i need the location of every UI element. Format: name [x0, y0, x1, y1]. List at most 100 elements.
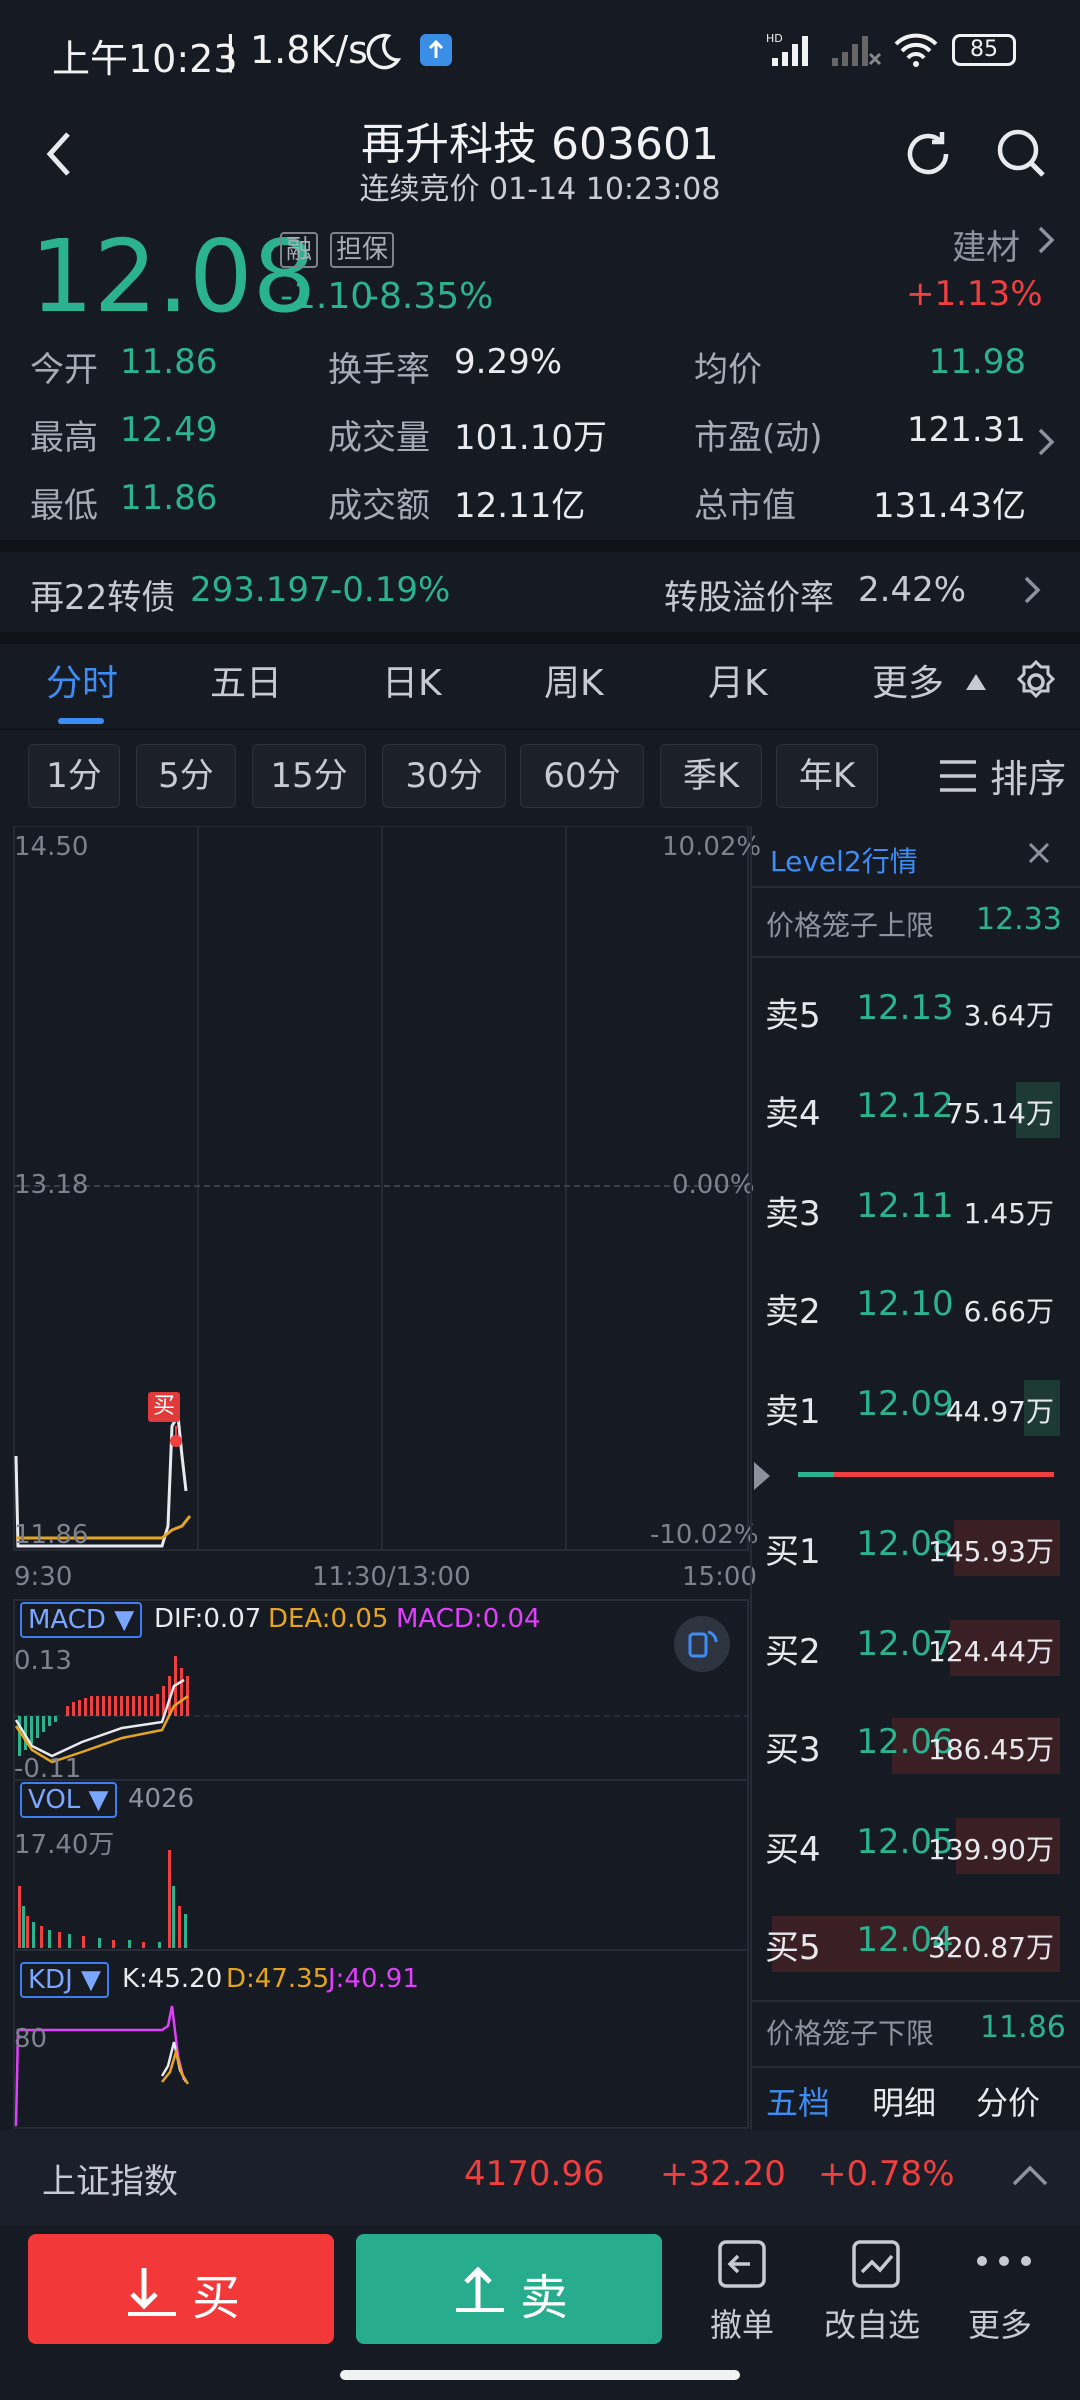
wifi-icon — [892, 32, 940, 72]
chip-30min[interactable]: 30分 — [382, 744, 506, 808]
tab-daily-k[interactable]: 日K — [382, 654, 442, 706]
status-speed: 1.8K/s — [250, 28, 368, 72]
caret-up-icon — [964, 672, 988, 696]
sort-button[interactable]: 排序 — [990, 748, 1066, 803]
cancel-order-label: 撤单 — [710, 2306, 775, 2344]
rotate-screen-button[interactable] — [674, 1616, 730, 1672]
bid-row[interactable]: 买3 12.06 186.45万 — [750, 1710, 1060, 1780]
tab-details[interactable]: 明细 — [872, 2078, 936, 2124]
price-change: -1.10 — [280, 276, 374, 317]
index-value: 4170.96 — [464, 2154, 605, 2194]
pe-label: 市盈(动) — [694, 418, 823, 458]
chip-year-k[interactable]: 年K — [776, 744, 878, 808]
sell-arrow-icon — [452, 2260, 508, 2320]
ask-row[interactable]: 卖4 12.12 75.14万 — [750, 1074, 1060, 1144]
pct-axis-mid: 0.00% — [672, 1170, 755, 1200]
ask-row[interactable]: 卖3 12.11 1.45万 — [750, 1174, 1060, 1244]
ask-volume: 6.66万 — [963, 1295, 1054, 1328]
ask-row[interactable]: 卖1 12.09 44.97万 — [750, 1372, 1060, 1442]
moon-icon — [362, 30, 402, 74]
ask-price: 12.10 — [856, 1284, 954, 1324]
bid-row[interactable]: 买5 12.04 320.87万 — [750, 1908, 1060, 1978]
ask-label: 卖2 — [765, 1292, 821, 1332]
tab-more[interactable]: 更多 — [872, 654, 944, 706]
divider — [752, 2000, 1080, 2002]
price-axis-bottom: 11.86 — [14, 1520, 89, 1550]
chip-60min[interactable]: 60分 — [520, 744, 644, 808]
ask-volume: 44.97万 — [945, 1395, 1054, 1428]
more-button[interactable]: 更多 — [964, 2236, 1046, 2362]
chip-5min[interactable]: 5分 — [136, 744, 236, 808]
sector-link[interactable]: 建材 — [952, 220, 1020, 269]
bid-label: 买3 — [765, 1730, 821, 1770]
settings-icon[interactable] — [1012, 658, 1060, 710]
bid-row[interactable]: 买4 12.05 139.90万 — [750, 1810, 1060, 1880]
tab-weekly-k[interactable]: 周K — [544, 654, 604, 706]
convertible-bond-row[interactable]: 再22转债 293.197 -0.19% 转股溢价率 2.42% — [0, 552, 1080, 632]
ask-price: 12.12 — [856, 1086, 954, 1126]
index-ticker-bar[interactable]: 上证指数 4170.96 +32.20 +0.78% — [0, 2130, 1080, 2226]
intraday-chart[interactable]: 14.50 10.02% 13.18 0.00% 11.86 -10.02% 9… — [12, 826, 761, 2130]
kdj-k: K:45.20 — [122, 1964, 223, 1994]
amount-label: 成交额 — [328, 486, 430, 526]
kdj-selector[interactable]: KDJ ▼ — [20, 1962, 109, 1998]
pct-axis-bottom: -10.02% — [650, 1520, 759, 1550]
macd-value: MACD:0.04 — [396, 1604, 541, 1634]
divider — [752, 886, 1080, 888]
volume-label: 成交量 — [328, 418, 430, 458]
bid-label: 买5 — [765, 1928, 821, 1968]
chip-15min[interactable]: 15分 — [252, 744, 366, 808]
ask-label: 卖1 — [765, 1392, 821, 1432]
search-button[interactable] — [992, 124, 1052, 188]
buy-arrow-icon — [124, 2264, 180, 2322]
level2-title: Level2行情 — [770, 845, 918, 878]
home-indicator[interactable] — [340, 2370, 740, 2380]
chip-1min[interactable]: 1分 — [28, 744, 120, 808]
chip-quarter-k[interactable]: 季K — [660, 744, 762, 808]
signal-2-icon — [830, 32, 882, 72]
open-label: 今开 — [30, 350, 98, 390]
status-time: 上午10:23 — [52, 37, 238, 81]
vol-selector[interactable]: VOL ▼ — [20, 1782, 117, 1818]
close-icon[interactable] — [1024, 838, 1054, 872]
stats-expand-icon[interactable] — [1036, 424, 1056, 464]
signal-icon: HD — [766, 32, 826, 72]
bid-volume: 186.45万 — [928, 1733, 1054, 1766]
bid-volume: 124.44万 — [928, 1635, 1054, 1668]
tab-monthly-k[interactable]: 月K — [708, 654, 768, 706]
tab-price-dist[interactable]: 分价 — [976, 2078, 1040, 2124]
buy-marker[interactable]: 买 — [148, 1392, 180, 1422]
price-axis-top: 14.50 — [14, 832, 89, 862]
index-change-pct: +0.78% — [818, 2154, 955, 2194]
menu-icon — [938, 756, 978, 800]
tab-five-day[interactable]: 五日 — [210, 654, 282, 706]
time-axis-start: 9:30 — [14, 1562, 73, 1592]
kdj-j: J:40.91 — [328, 1964, 419, 1994]
cancel-order-icon — [714, 2236, 770, 2296]
ask-row[interactable]: 卖5 12.13 3.64万 — [750, 976, 1060, 1046]
period-tabs: 分时 五日 日K 周K 月K 更多 — [0, 644, 1080, 728]
spread-bar-red — [834, 1472, 1054, 1477]
pe-value: 121.31 — [907, 410, 1026, 450]
buy-button[interactable]: 买 — [28, 2234, 334, 2344]
macd-dea: DEA:0.05 — [268, 1604, 389, 1634]
low-value: 11.86 — [120, 478, 218, 518]
edit-watchlist-button[interactable]: 改自选 — [822, 2236, 932, 2362]
app-notification-icon — [420, 34, 452, 66]
tab-five-levels[interactable]: 五档 — [766, 2078, 830, 2124]
refresh-button[interactable] — [898, 124, 958, 188]
tab-intraday[interactable]: 分时 — [46, 654, 118, 706]
battery-icon: 85 — [952, 34, 1016, 66]
kdj-axis-level: 80 — [14, 2024, 48, 2054]
divider — [0, 540, 1080, 552]
ask-row[interactable]: 卖2 12.10 6.66万 — [750, 1272, 1060, 1342]
bid-row[interactable]: 买2 12.07 124.44万 — [750, 1612, 1060, 1682]
upper-limit-value: 12.33 — [976, 902, 1062, 937]
vol-axis-top: 17.40万 — [14, 1830, 115, 1860]
macd-selector[interactable]: MACD ▼ — [20, 1602, 143, 1638]
cancel-order-button[interactable]: 撤单 — [700, 2236, 782, 2362]
chevron-up-icon[interactable] — [1010, 2160, 1050, 2194]
sell-button[interactable]: 卖 — [356, 2234, 662, 2344]
ask-price: 12.13 — [856, 988, 954, 1028]
bid-row[interactable]: 买1 12.08 145.93万 — [750, 1512, 1060, 1582]
